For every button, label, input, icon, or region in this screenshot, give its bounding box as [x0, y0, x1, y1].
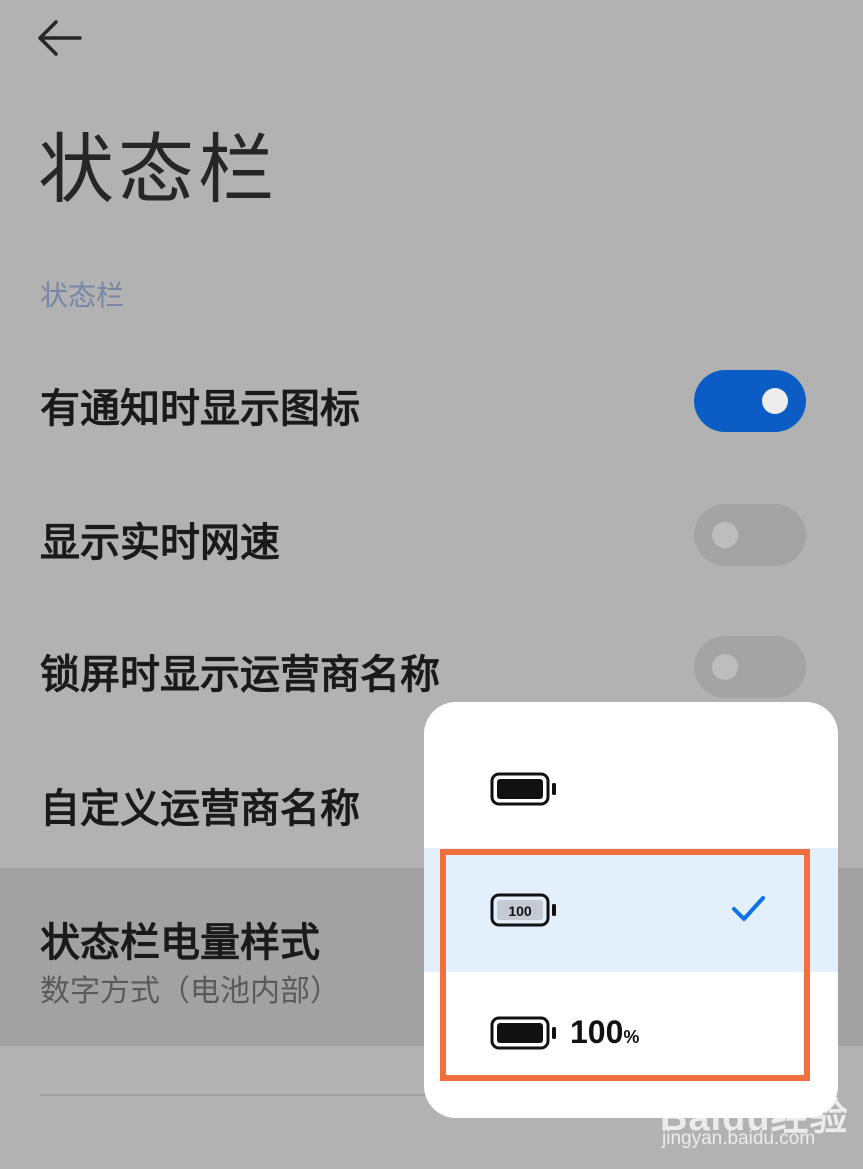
page-title: 状态栏 [38, 125, 278, 214]
annotation-highlight-box [440, 849, 810, 1081]
watermark-url: jingyan.baidu.com [662, 1128, 816, 1149]
lockscreen-carrier-toggle[interactable] [694, 636, 806, 698]
status-bar-settings-screen: 状态栏 状态栏 有通知时显示图标 显示实时网速 锁屏时显示运营商名称 自定义运营… [0, 0, 863, 1169]
toggle-knob [712, 522, 738, 548]
setting-label: 锁屏时显示运营商名称 [40, 652, 440, 698]
setting-label: 自定义运营商名称 [40, 786, 360, 832]
toggle-knob [712, 654, 738, 680]
battery-option-icon-only[interactable] [424, 728, 838, 852]
back-button[interactable] [30, 14, 100, 64]
section-header: 状态栏 [40, 279, 125, 312]
battery-full-icon [490, 772, 556, 806]
setting-row-network-speed[interactable]: 显示实时网速 [0, 470, 863, 600]
divider [40, 1094, 440, 1096]
toggle-knob [762, 388, 788, 414]
network-speed-toggle[interactable] [694, 504, 806, 566]
arrow-left-icon [38, 20, 82, 56]
battery-style-value: 数字方式（电池内部） [40, 974, 340, 1009]
notification-icons-toggle[interactable] [694, 370, 806, 432]
baidu-watermark: Baidu经验 jingyan.baidu.com [660, 1078, 850, 1158]
setting-label: 有通知时显示图标 [40, 386, 360, 432]
setting-label: 显示实时网速 [40, 520, 280, 566]
setting-label: 状态栏电量样式 [40, 920, 320, 966]
setting-row-notification-icons[interactable]: 有通知时显示图标 [0, 336, 863, 466]
